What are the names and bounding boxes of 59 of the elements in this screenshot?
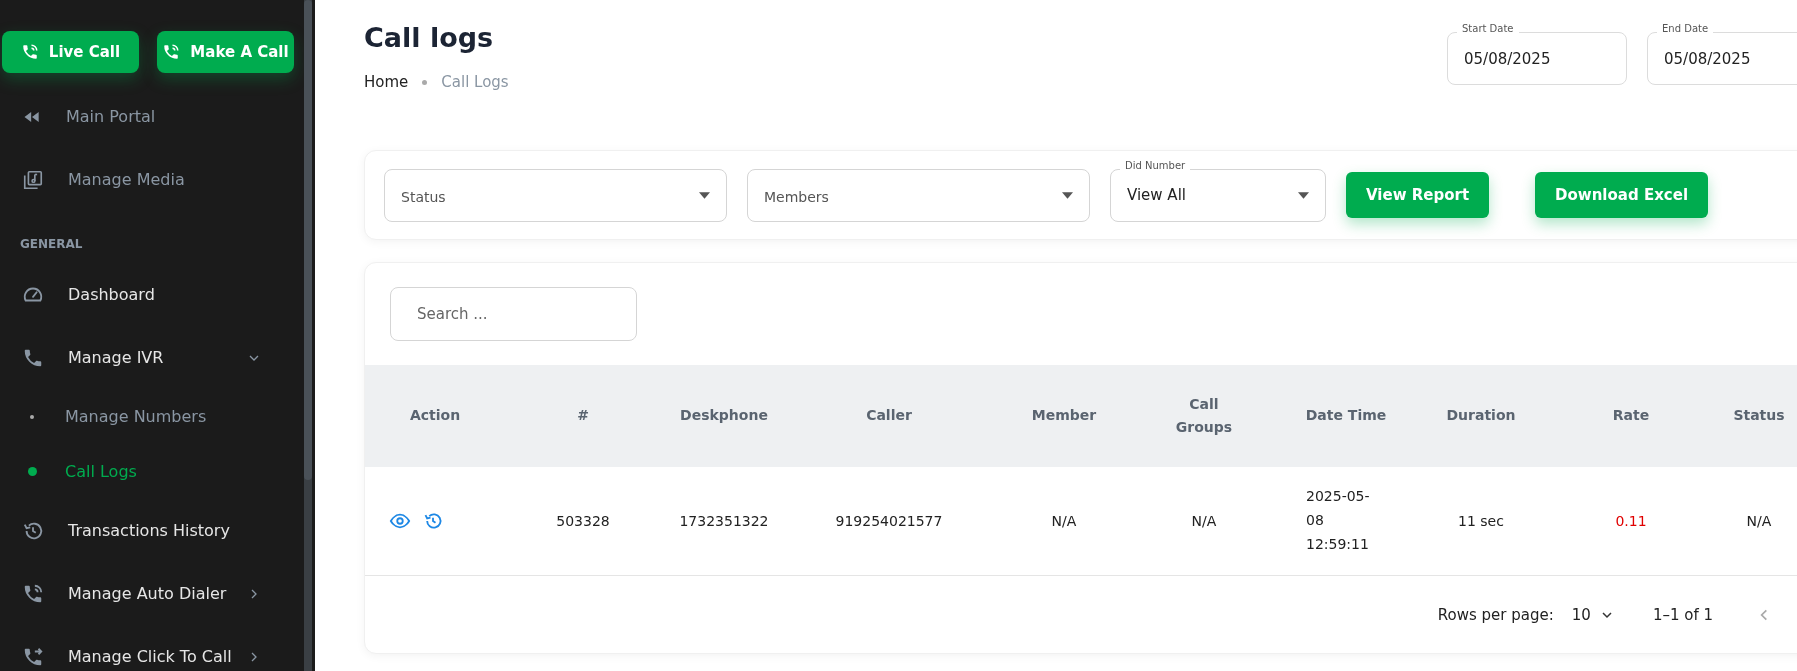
breadcrumb-separator-icon <box>422 79 428 85</box>
live-call-button[interactable]: Live Call <box>2 31 139 73</box>
rows-per-page-label: Rows per page: <box>1437 606 1554 624</box>
column-header[interactable]: Member <box>1031 404 1097 428</box>
table-cell: N/A <box>1191 513 1217 529</box>
download-excel-button[interactable]: Download Excel <box>1535 172 1709 218</box>
sidebar-item[interactable]: Transactions History <box>0 499 260 562</box>
dropdown-icon <box>699 191 710 199</box>
table-cell: 503328 <box>556 513 610 529</box>
make-call-button[interactable]: Make A Call <box>157 31 294 73</box>
sidebar-subitem[interactable]: Manage Numbers <box>0 389 250 444</box>
field-label: Start Date <box>1457 23 1519 34</box>
scrollbar[interactable] <box>304 0 312 671</box>
chevron-down-icon <box>1600 609 1613 621</box>
table-cell: 1732351322 <box>679 513 769 529</box>
bullet-icon <box>28 467 37 476</box>
column-header[interactable]: # <box>577 404 589 428</box>
section-heading: GENERAL <box>19 236 84 253</box>
table-cell: 0.11 <box>1615 513 1647 529</box>
table-cell: N/A <box>1746 513 1772 529</box>
table-cell: 919254021577 <box>835 513 943 529</box>
history-icon[interactable] <box>423 511 443 531</box>
sidebar-item[interactable]: Manage Click To Call <box>0 625 260 671</box>
phone-ringing-icon <box>22 582 44 605</box>
column-header[interactable]: Date Time <box>1305 404 1387 428</box>
bullet-icon <box>30 414 34 419</box>
table-cell-text: 2025-05-08 12:59:11 <box>1306 487 1371 554</box>
dropdown-icon <box>1062 191 1073 199</box>
search-field[interactable]: Search ... <box>390 287 637 341</box>
phone-ringing-icon <box>20 43 39 61</box>
table-cell: N/A <box>1051 513 1077 529</box>
column-header[interactable]: Duration <box>1446 404 1516 428</box>
column-header[interactable]: Rate <box>1612 404 1650 428</box>
field-label: Did Number <box>1120 159 1191 171</box>
page-title: Call logs <box>364 22 495 53</box>
view-report-button[interactable]: View Report <box>1346 172 1490 218</box>
column-header[interactable]: Deskphone <box>680 404 768 428</box>
column-header[interactable]: Status <box>1733 404 1785 428</box>
column-header[interactable]: Call Groups <box>1159 392 1249 440</box>
sidebar-item[interactable]: Manage IVR <box>0 326 260 389</box>
sidebar-item[interactable]: Dashboard <box>0 263 260 326</box>
field-label: End Date <box>1657 23 1714 34</box>
column-header[interactable]: Caller <box>866 404 912 428</box>
page-range: 1–1 of 1 <box>1652 606 1713 624</box>
sidebar-item[interactable]: Manage Auto Dialer <box>0 562 260 625</box>
sidebar-subitem[interactable]: Call Logs <box>0 444 250 499</box>
media-icon <box>22 168 44 191</box>
rows-per-page-select[interactable]: 10 <box>1571 606 1613 624</box>
phone-ringing-icon <box>162 43 181 61</box>
dropdown-icon <box>1298 191 1309 199</box>
breadcrumb-link[interactable]: Home <box>364 73 409 91</box>
column-header[interactable]: Action <box>409 404 461 428</box>
breadcrumb-current: Call Logs <box>441 73 509 91</box>
table-cell: 11 sec <box>1458 513 1504 529</box>
select-field[interactable]: Members <box>747 168 1090 222</box>
select-field[interactable]: Status <box>384 168 727 222</box>
sidebar-link[interactable]: Manage Media <box>0 148 260 211</box>
phone-arrow-icon <box>22 645 44 668</box>
sidebar-link[interactable]: Main Portal <box>0 85 260 148</box>
